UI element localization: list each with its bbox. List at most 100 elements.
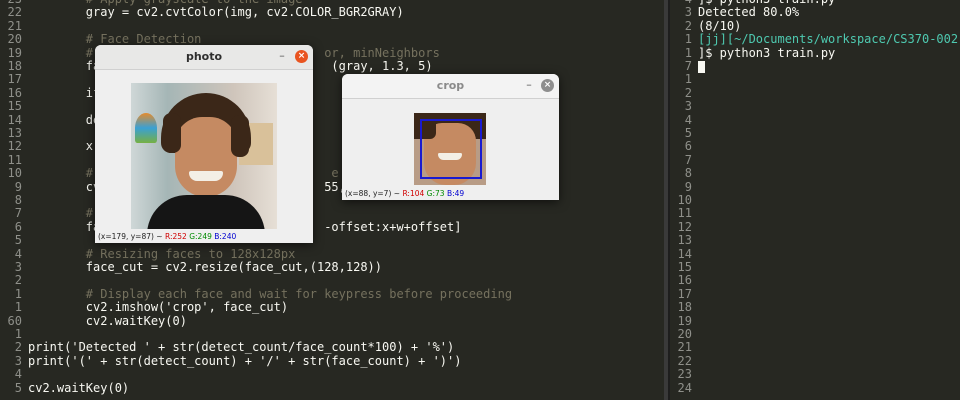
line-number: 5 [14, 380, 22, 395]
line-number: 19 [7, 45, 22, 60]
line-number: 15 [7, 99, 22, 114]
terminal-line-number: 1 [684, 72, 692, 87]
line-number: 4 [14, 367, 22, 382]
terminal-line: 1]$ python3 train.py [670, 45, 960, 60]
terminal-line: 7 [670, 59, 960, 73]
line-number: 7 [14, 206, 22, 221]
photo-status-r: R:252 [164, 232, 187, 241]
crop-image[interactable] [414, 113, 486, 185]
line-number: 2 [14, 340, 22, 355]
line-number: 22 [7, 5, 22, 20]
code-line[interactable]: 5 cv2.waitKey(0) [0, 380, 664, 395]
code-line[interactable]: 3 face_cut = cv2.resize(face_cut,(128,12… [0, 260, 664, 274]
terminal-text: ]$ python3 train.py [698, 45, 836, 60]
crop-status-g: G:73 [426, 189, 445, 198]
line-number: 20 [7, 32, 22, 47]
terminal-line: 2 [670, 86, 960, 100]
terminal-line: 22 [670, 354, 960, 368]
terminal-line-number: 9 [684, 179, 692, 194]
code-line[interactable]: 21 [0, 18, 664, 33]
line-number: 6 [14, 219, 22, 234]
crop-window-titlebar[interactable]: crop – × [342, 74, 559, 99]
code-line[interactable]: 2 print('Detected ' + str(detect_count/fa… [0, 340, 664, 355]
terminal-line-number: 4 [684, 112, 692, 127]
code-line[interactable]: 3 print('(' + str(detect_count) + '/' + s… [0, 353, 664, 368]
minimize-button[interactable]: – [275, 49, 289, 62]
terminal-line: 1 [jj][~/Documents/workspace/CS370-002-Pr… [670, 32, 960, 47]
terminal-line: 18 [670, 300, 960, 315]
code-text: # Display each face and wait for keypres… [28, 286, 513, 301]
line-number: 1 [14, 300, 22, 315]
terminal-line-number: 2 [684, 18, 692, 33]
photo-status-bar: (x=179, y=87) ~ R:252 G:249 B:240 [98, 232, 236, 241]
terminal-line-number: 24 [677, 380, 692, 395]
terminal-text: [jj][~/Documents/workspace/CS370-002-Pro [698, 32, 960, 47]
terminal-line: 23 [670, 367, 960, 382]
close-button[interactable]: × [541, 79, 554, 92]
terminal-line: 4 [670, 112, 960, 127]
terminal-line-number: 11 [677, 206, 692, 221]
crop-window[interactable]: crop – × (x=88, y=7) ~ R:104 G:73 B:49 [342, 74, 559, 200]
close-button[interactable]: × [295, 50, 308, 63]
line-number: 8 [14, 193, 22, 207]
terminal-line: 12 [670, 220, 960, 234]
terminal-line-number: 3 [684, 99, 692, 114]
code-text: cv2.imshow('crop', face_cut) [28, 300, 289, 315]
line-number: 3 [14, 353, 22, 368]
terminal-line-number: 1 [684, 32, 692, 47]
face-detection-box [420, 119, 482, 179]
code-text: # Resizing faces to 128x128px [28, 246, 296, 261]
terminal-line-number: 7 [684, 152, 692, 167]
line-number: 18 [7, 59, 22, 73]
terminal-line: 16 [670, 273, 960, 288]
line-number: 1 [14, 286, 22, 301]
code-line[interactable]: 1 cv2.imshow('crop', face_cut) [0, 300, 664, 315]
line-number: 16 [7, 85, 22, 100]
photo-window-titlebar[interactable]: photo – × [95, 45, 313, 70]
photo-status-coords: (x=179, y=87) ~ [98, 232, 165, 241]
terminal-line: 2 (8/10) [670, 18, 960, 33]
code-line[interactable]: 60 cv2.waitKey(0) [0, 313, 664, 328]
terminal-line: 6 [670, 139, 960, 154]
terminal-line-number: 18 [677, 300, 692, 315]
terminal-line-number: 20 [677, 327, 692, 341]
line-number: 17 [7, 72, 22, 87]
code-line[interactable]: 4 # Resizing faces to 128x128px [0, 246, 664, 261]
terminal-line-number: 7 [684, 59, 692, 73]
terminal-line: 24 [670, 380, 960, 395]
terminal-line: 13 [670, 233, 960, 248]
line-number: 4 [14, 246, 22, 261]
terminal-line: 11 [670, 206, 960, 221]
code-text: if [28, 85, 101, 100]
terminal-line-number: 16 [677, 273, 692, 288]
code-line[interactable]: 22 gray = cv2.cvtColor(img, cv2.COLOR_BG… [0, 5, 664, 20]
code-text: cv2.waitKey(0) [28, 380, 130, 395]
code-line[interactable]: 2 [0, 273, 664, 287]
terminal-line: 19 [670, 314, 960, 328]
crop-status-coords: (x=88, y=7) ~ [345, 189, 403, 198]
photo-image[interactable] [131, 83, 277, 229]
code-text: gray = cv2.cvtColor(img, cv2.COLOR_BGR2G… [28, 5, 404, 20]
terminal-text: (8/10) [698, 18, 742, 33]
line-number: 21 [7, 18, 22, 33]
line-number: 1 [14, 327, 22, 341]
code-line[interactable]: 1 # Display each face and wait for keypr… [0, 286, 664, 301]
code-line[interactable]: 4 [0, 367, 664, 382]
code-text: cv2.waitKey(0) [28, 313, 187, 328]
terminal-line: 10 [670, 193, 960, 207]
terminal-line-number: 21 [677, 340, 692, 355]
terminal-line-number: 13 [677, 233, 692, 248]
terminal-line: 1 [670, 72, 960, 87]
terminal-line-number: 10 [677, 193, 692, 207]
line-number: 11 [7, 152, 22, 167]
line-number: 10 [7, 166, 22, 181]
crop-status-b: B:49 [446, 189, 465, 198]
photo-window[interactable]: photo – × (x=179, y=87) ~ R:252 G:249 B:… [95, 45, 313, 243]
terminal-line: 3 Detected 80.0% [670, 5, 960, 19]
terminal-line-number: 15 [677, 260, 692, 274]
terminal-line-number: 6 [684, 139, 692, 154]
code-line[interactable]: 1 [0, 327, 664, 341]
terminal-pane[interactable]: 4]$ python3 train.py 3 Detected 80.0% 2 (8/1… [670, 0, 960, 400]
minimize-button[interactable]: – [522, 78, 536, 91]
terminal-line-number: 23 [677, 367, 692, 382]
